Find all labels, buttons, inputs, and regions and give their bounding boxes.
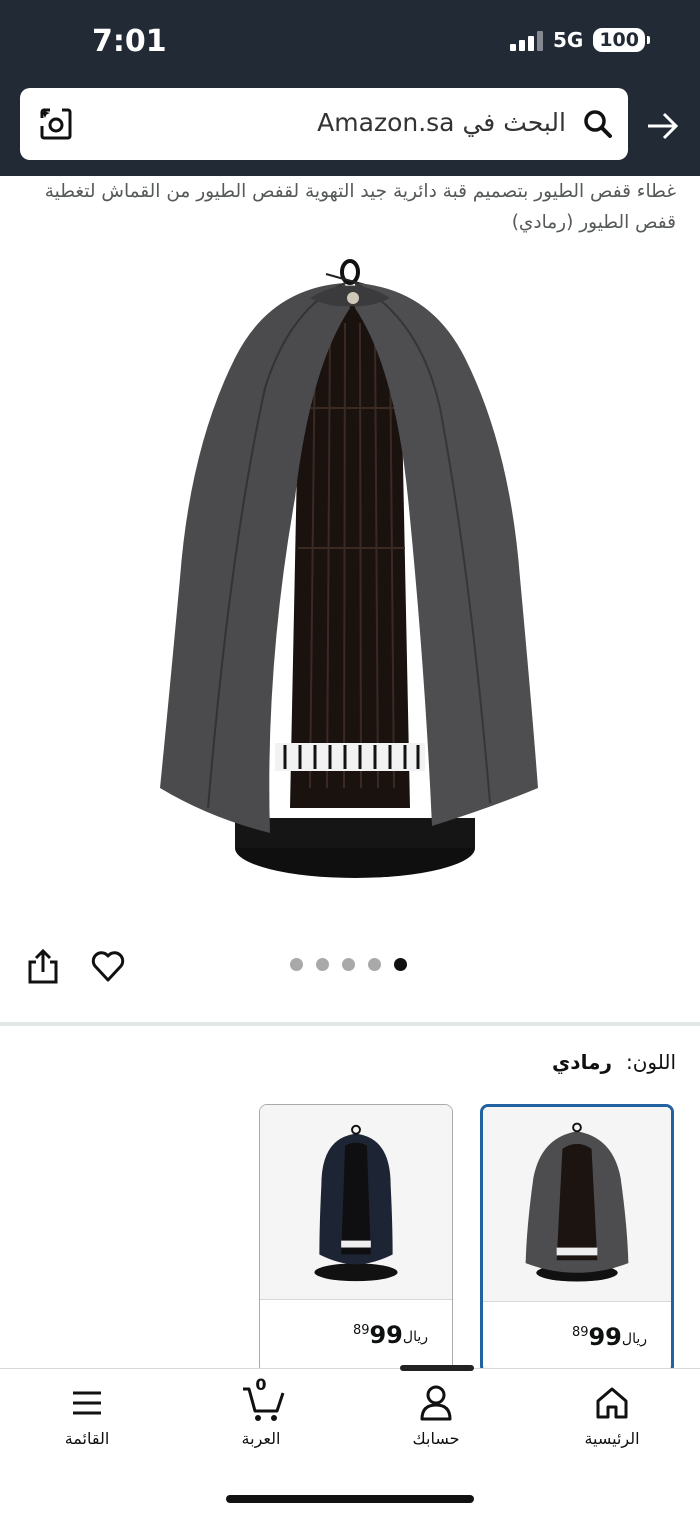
battery-level: 100 <box>593 28 645 52</box>
carousel-dot[interactable] <box>316 958 329 971</box>
swatch-price: ريال 99 89 <box>572 1323 647 1351</box>
color-label: اللون: <box>625 1050 676 1074</box>
nav-home-label: الرئيسية <box>584 1429 640 1448</box>
nav-menu[interactable]: القائمة <box>27 1369 147 1479</box>
color-option-gray[interactable]: ريال 99 89 <box>480 1104 674 1374</box>
search-input[interactable]: البحث في Amazon.sa <box>20 88 628 160</box>
color-selector-label: اللون: رمادي <box>552 1050 676 1074</box>
back-arrow-icon[interactable] <box>644 108 680 144</box>
cart-count-badge: 0 <box>255 1375 267 1394</box>
network-type: 5G <box>552 28 584 52</box>
hamburger-menu-icon <box>73 1391 101 1415</box>
home-indicator <box>226 1495 474 1503</box>
nav-cart-label: العربة <box>241 1429 281 1448</box>
bottom-navigation: الرئيسية حسابك 0 العربة القائمة <box>0 1365 700 1514</box>
swatch-price: ريال 99 89 <box>353 1321 428 1349</box>
camera-search-icon[interactable] <box>38 106 74 142</box>
search-placeholder: البحث في Amazon.sa <box>317 108 566 137</box>
swatch-separator <box>483 1301 671 1302</box>
nav-cart[interactable]: 0 العربة <box>201 1369 321 1479</box>
price-fraction: 89 <box>352 1323 370 1338</box>
price-fraction: 89 <box>571 1325 589 1340</box>
product-image[interactable] <box>150 248 550 908</box>
image-carousel-dots[interactable] <box>290 958 407 971</box>
signal-icon <box>509 29 543 51</box>
share-icon[interactable] <box>26 948 60 986</box>
price-currency: ريال <box>621 1331 647 1347</box>
carousel-dot[interactable] <box>342 958 355 971</box>
home-icon <box>596 1387 628 1419</box>
color-thumbnail-gray <box>483 1107 671 1301</box>
battery-icon <box>647 36 650 44</box>
status-time: 7:01 <box>92 24 167 59</box>
color-thumbnail-navy <box>260 1105 452 1299</box>
price-whole: 99 <box>369 1321 403 1349</box>
nav-account-label: حسابك <box>412 1429 460 1448</box>
search-icon[interactable] <box>582 108 614 140</box>
carousel-dot[interactable] <box>368 958 381 971</box>
carousel-dot-active[interactable] <box>394 958 407 971</box>
wishlist-heart-icon[interactable] <box>90 948 126 984</box>
product-title[interactable]: غطاء قفص الطيور بتصميم قبة دائرية جيد ال… <box>16 176 676 238</box>
nav-account[interactable]: حسابك <box>376 1369 496 1479</box>
account-icon <box>420 1385 452 1421</box>
price-whole: 99 <box>588 1323 622 1351</box>
nav-home[interactable]: الرئيسية <box>552 1369 672 1479</box>
swatch-separator <box>260 1299 452 1300</box>
nav-menu-label: القائمة <box>64 1429 110 1448</box>
price-currency: ريال <box>402 1329 428 1345</box>
color-value: رمادي <box>551 1050 612 1074</box>
section-divider <box>0 1022 700 1026</box>
header: 7:01 5G 100 البحث في Amazon.sa <box>0 0 700 176</box>
color-option-navy[interactable]: ريال 99 89 <box>259 1104 453 1374</box>
status-indicators: 5G 100 <box>509 28 650 52</box>
carousel-dot[interactable] <box>290 958 303 971</box>
